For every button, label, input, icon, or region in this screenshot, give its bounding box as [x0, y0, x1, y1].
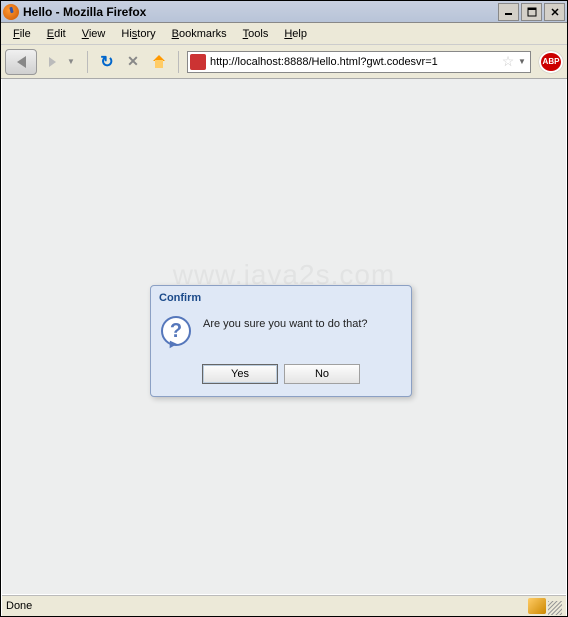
resize-grip[interactable]	[548, 601, 562, 615]
arrow-left-icon	[17, 56, 26, 68]
reload-button[interactable]: ↻	[96, 51, 118, 73]
dialog-message: Are you sure you want to do that?	[203, 316, 368, 330]
menu-history[interactable]: History	[113, 25, 163, 43]
confirm-dialog: Confirm ? Are you sure you want to do th…	[150, 285, 412, 397]
firefox-icon	[3, 4, 19, 20]
dialog-body: ? Are you sure you want to do that?	[151, 310, 411, 358]
status-tool-icon[interactable]	[528, 598, 546, 614]
dialog-buttons: Yes No	[151, 358, 411, 396]
arrow-right-icon	[49, 57, 56, 67]
page-content: www.java2s.com Confirm ? Are you sure yo…	[2, 79, 566, 594]
toolbar: ▼ ↻ ✕ ☆ ▼ ABP	[1, 45, 567, 79]
window-controls	[498, 3, 565, 21]
yes-button[interactable]: Yes	[202, 364, 278, 384]
menu-edit[interactable]: Edit	[39, 25, 74, 43]
separator	[87, 51, 88, 73]
window-titlebar: Hello - Mozilla Firefox	[1, 1, 567, 23]
menu-bookmarks[interactable]: Bookmarks	[164, 25, 235, 43]
home-icon	[151, 55, 167, 69]
menubar: File Edit View History Bookmarks Tools H…	[1, 23, 567, 45]
menu-help[interactable]: Help	[276, 25, 315, 43]
nav-history-dropdown[interactable]: ▼	[67, 57, 79, 66]
menu-view[interactable]: View	[74, 25, 114, 43]
menu-tools[interactable]: Tools	[235, 25, 277, 43]
bookmark-star-button[interactable]: ☆	[500, 53, 516, 70]
dialog-title: Confirm	[151, 286, 411, 310]
stop-button[interactable]: ✕	[122, 51, 144, 73]
site-favicon[interactable]	[190, 54, 206, 70]
no-button[interactable]: No	[284, 364, 360, 384]
url-input[interactable]	[210, 53, 500, 71]
minimize-button[interactable]	[498, 3, 519, 21]
question-icon: ?	[161, 316, 193, 348]
url-dropdown[interactable]: ▼	[516, 57, 528, 66]
separator	[178, 51, 179, 73]
url-bar: ☆ ▼	[187, 51, 531, 73]
back-button[interactable]	[5, 49, 37, 75]
statusbar: Done	[2, 595, 566, 616]
adblock-button[interactable]: ABP	[539, 51, 563, 73]
window-title: Hello - Mozilla Firefox	[23, 5, 498, 19]
home-button[interactable]	[148, 51, 170, 73]
close-button[interactable]	[544, 3, 565, 21]
status-text: Done	[6, 600, 528, 612]
menu-file[interactable]: File	[5, 25, 39, 43]
forward-button[interactable]	[41, 51, 63, 73]
maximize-button[interactable]	[521, 3, 542, 21]
